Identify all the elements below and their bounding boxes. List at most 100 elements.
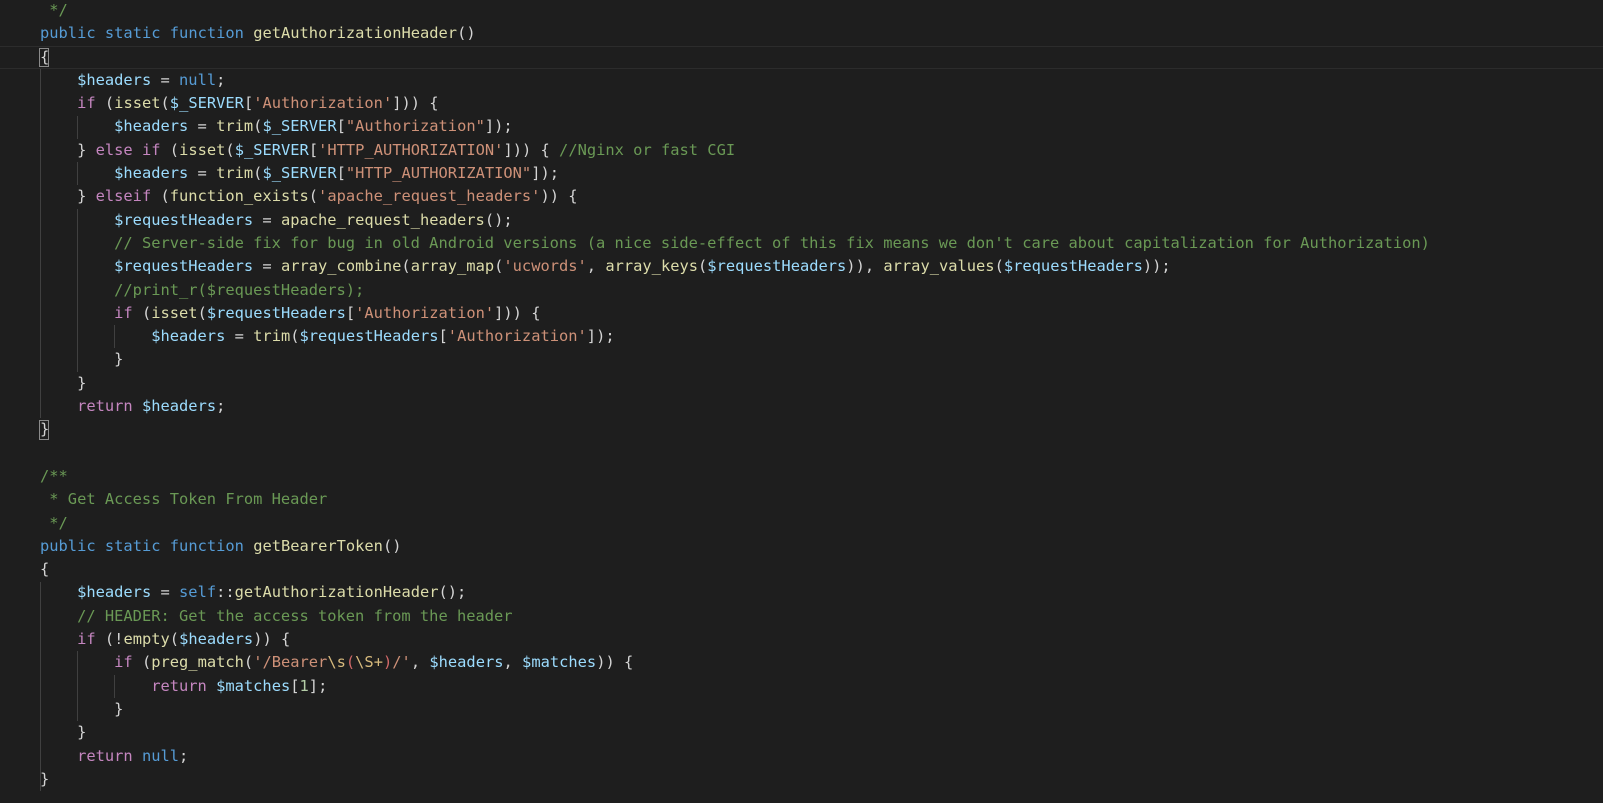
code-token: [: [345, 303, 356, 322]
code-token: )),: [846, 257, 884, 276]
code-token: getAuthorizationHeader: [234, 583, 439, 602]
code-line[interactable]: public static function getAuthorizationH…: [0, 22, 1603, 45]
code-token: (: [243, 653, 254, 672]
code-line[interactable]: [0, 442, 1603, 465]
code-token: [: [308, 140, 319, 159]
code-token: if: [114, 303, 133, 322]
code-line[interactable]: if (isset($requestHeaders['Authorization…: [0, 302, 1603, 325]
indent-guide: [77, 208, 79, 372]
code-line[interactable]: } else if (isset($_SERVER['HTTP_AUTHORIZ…: [0, 139, 1603, 162]
code-line[interactable]: /**: [0, 465, 1603, 488]
code-line[interactable]: $headers = null;: [0, 69, 1603, 92]
code-token: )) {: [596, 653, 634, 672]
code-line[interactable]: }: [0, 768, 1603, 791]
code-token: isset: [179, 140, 226, 159]
code-line[interactable]: $requestHeaders = array_combine(array_ma…: [0, 255, 1603, 278]
indent-guide: [40, 68, 41, 419]
code-line[interactable]: {: [0, 558, 1603, 581]
code-line[interactable]: // HEADER: Get the access token from the…: [0, 605, 1603, 628]
code-token: isset: [151, 303, 198, 322]
code-token: preg_match: [151, 653, 244, 672]
code-line[interactable]: $headers = trim($_SERVER["HTTP_AUTHORIZA…: [0, 162, 1603, 185]
code-token: $requestHeaders: [114, 257, 254, 276]
code-line[interactable]: public static function getBearerToken(): [0, 535, 1603, 558]
code-line[interactable]: }: [0, 721, 1603, 744]
code-token: (: [994, 257, 1004, 276]
code-line[interactable]: } elseif (function_exists('apache_reques…: [0, 185, 1603, 208]
code-token: ]);: [484, 117, 513, 136]
code-line[interactable]: $headers = trim($requestHeaders['Authori…: [0, 325, 1603, 348]
code-token: [: [243, 94, 254, 113]
code-token: =: [151, 70, 180, 89]
code-line[interactable]: return $matches[1];: [0, 675, 1603, 698]
code-token: getAuthorizationHeader: [253, 24, 458, 43]
code-token: (!: [95, 630, 124, 649]
code-token: (): [382, 536, 402, 555]
code-line[interactable]: // Server-side fix for bug in old Androi…: [0, 232, 1603, 255]
code-line[interactable]: * Get Access Token From Header: [0, 488, 1603, 511]
code-token: function: [169, 536, 244, 555]
code-token: 'apache_request_headers': [318, 187, 541, 206]
code-token: // HEADER: Get the access token from the…: [77, 606, 513, 625]
code-line[interactable]: }: [0, 418, 1603, 441]
code-token: ,: [410, 653, 430, 672]
code-token: (: [132, 303, 152, 322]
code-token: ])) {: [392, 94, 439, 113]
code-line[interactable]: return null;: [0, 745, 1603, 768]
code-token: $_SERVER: [169, 94, 244, 113]
code-line[interactable]: if (!empty($headers)) {: [0, 628, 1603, 651]
code-line[interactable]: if (preg_match('/Bearer\s(\S+)/', $heade…: [0, 651, 1603, 674]
code-line[interactable]: }: [0, 372, 1603, 395]
code-editor[interactable]: */ public static function getAuthorizatio…: [0, 0, 1603, 803]
code-line[interactable]: $headers = trim($_SERVER["Authorization"…: [0, 115, 1603, 138]
code-token: (: [151, 187, 170, 206]
code-line[interactable]: return $headers;: [0, 395, 1603, 418]
code-token: ));: [1142, 257, 1171, 276]
code-token: /**: [40, 466, 68, 485]
code-token: public: [40, 536, 96, 555]
code-token: ,: [503, 653, 523, 672]
code-token: (: [494, 257, 504, 276]
code-token: [: [290, 676, 300, 695]
code-token: (: [132, 653, 152, 672]
code-token: if: [114, 653, 133, 672]
code-token: }: [40, 350, 124, 369]
code-token: function_exists: [169, 187, 309, 206]
code-token: =: [253, 210, 281, 229]
code-line[interactable]: $requestHeaders = apache_request_headers…: [0, 209, 1603, 232]
code-token: 'ucwords': [503, 257, 587, 276]
code-token: array_values: [883, 257, 995, 276]
code-line[interactable]: //print_r($requestHeaders);: [0, 279, 1603, 302]
code-token: ;: [216, 70, 226, 89]
code-lines[interactable]: */ public static function getAuthorizatio…: [0, 0, 1603, 791]
code-token: 'HTTP_AUTHORIZATION': [318, 140, 504, 159]
code-token: trim: [253, 327, 291, 346]
code-token: =: [225, 327, 254, 346]
code-line[interactable]: */: [0, 512, 1603, 535]
code-token: 'Authorization': [447, 327, 587, 346]
code-token: array_keys: [605, 257, 699, 276]
code-token: (: [169, 630, 180, 649]
code-token: */: [40, 513, 68, 532]
code-token: // Server-side fix for bug in old Androi…: [114, 233, 1430, 252]
code-token: null: [141, 746, 180, 765]
code-line[interactable]: if (isset($_SERVER['Authorization'])) {: [0, 92, 1603, 115]
code-token: $_SERVER: [262, 164, 337, 183]
code-token: $requestHeaders: [1003, 257, 1143, 276]
code-line[interactable]: {: [0, 45, 1603, 69]
code-line[interactable]: */: [0, 0, 1603, 22]
code-token: if: [141, 140, 161, 159]
indent-guide: [40, 581, 41, 792]
code-line[interactable]: }: [0, 698, 1603, 721]
code-line[interactable]: }: [0, 348, 1603, 371]
code-line[interactable]: $headers = self::getAuthorizationHeader(…: [0, 581, 1603, 604]
